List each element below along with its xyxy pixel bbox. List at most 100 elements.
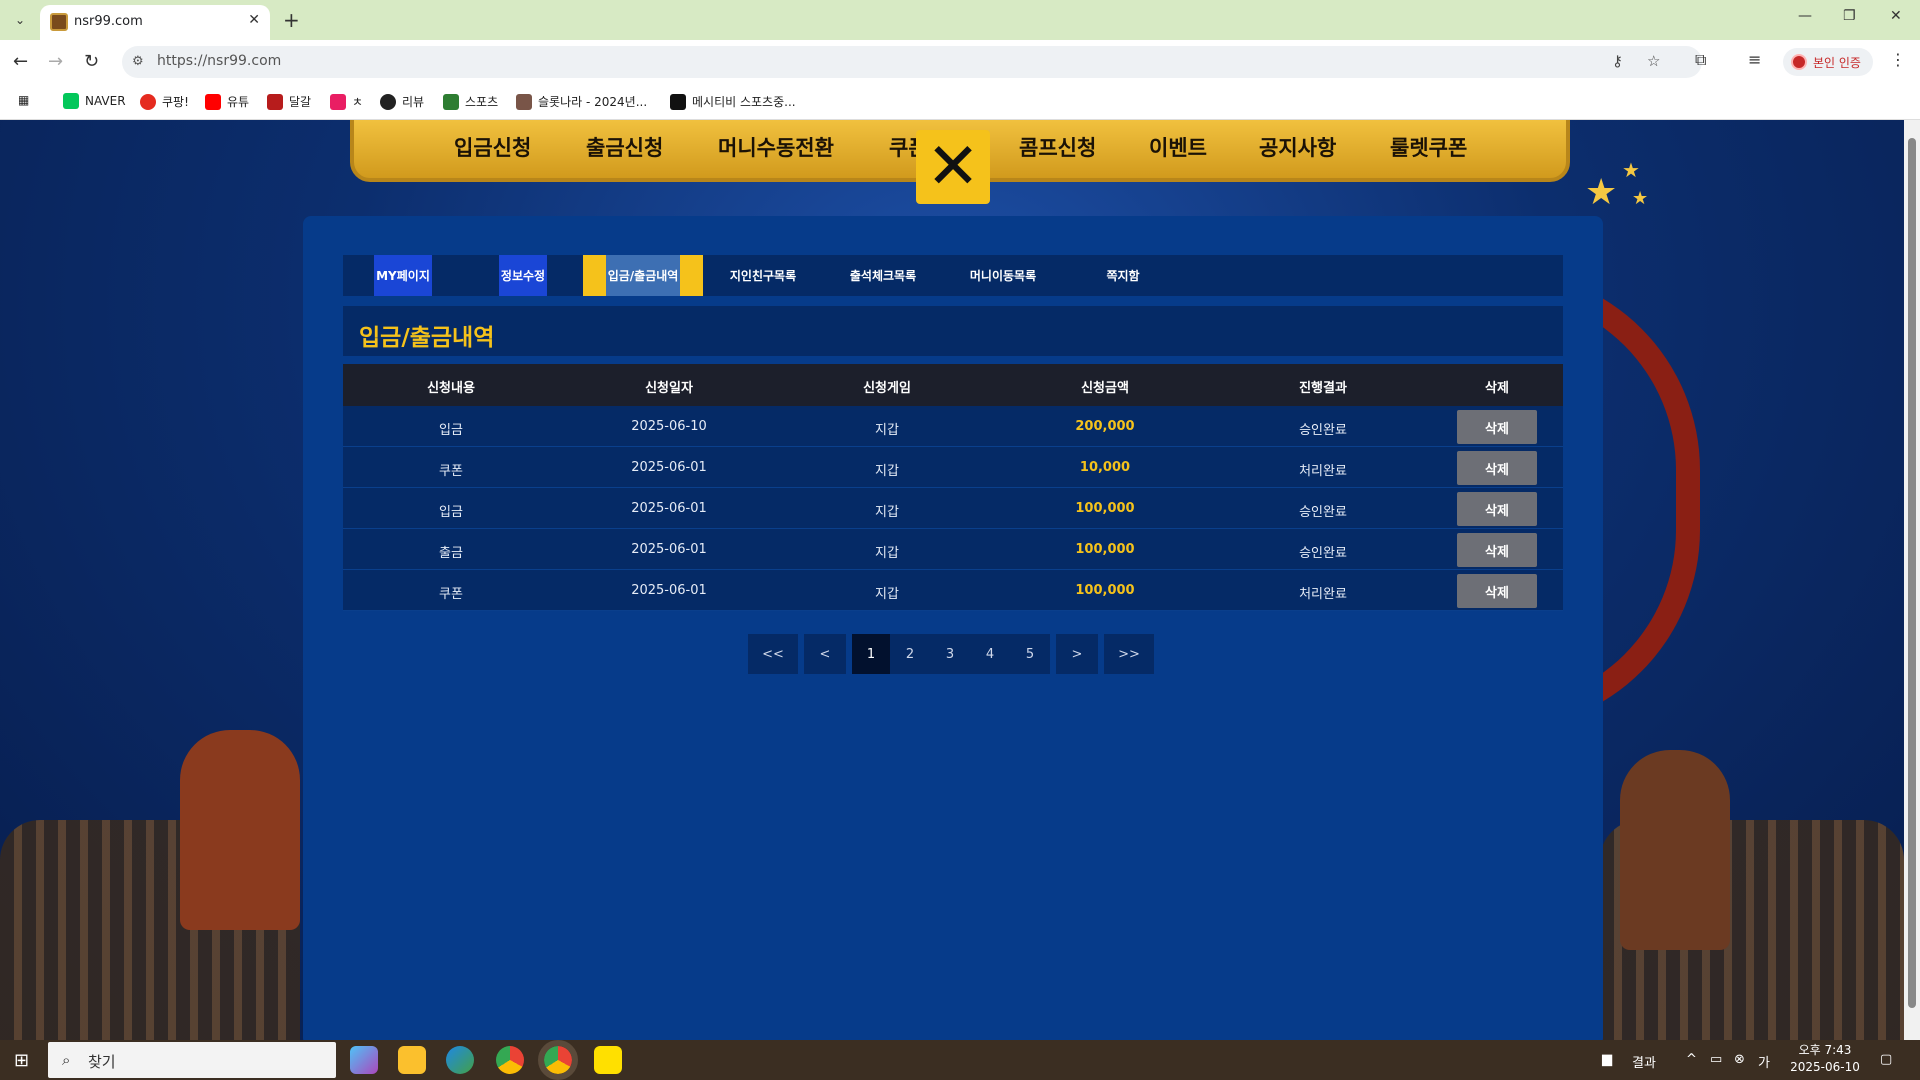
star-icon: ★ bbox=[1585, 172, 1618, 213]
reload-icon[interactable]: ↻ bbox=[84, 51, 99, 72]
cell-amount: 100,000 bbox=[1075, 583, 1135, 598]
bookmark-youtube[interactable]: 유튜 bbox=[205, 93, 249, 110]
volume-muted-icon[interactable]: ⊗ bbox=[1734, 1052, 1745, 1067]
close-icon[interactable]: ✕ bbox=[916, 130, 990, 204]
copilot-icon[interactable] bbox=[350, 1046, 378, 1074]
bookmark-naver[interactable]: NAVER bbox=[63, 93, 126, 109]
tab-money-transfer-list[interactable]: 머니이동목록 bbox=[943, 255, 1063, 296]
address-bar[interactable]: ⚙ https://nsr99.com ⚷ ☆ bbox=[122, 46, 1702, 78]
tab-edit-info[interactable]: 정보수정 bbox=[463, 255, 583, 296]
page-button-4[interactable]: 4 bbox=[970, 634, 1010, 674]
new-tab-icon[interactable]: + bbox=[283, 8, 300, 32]
bookmark-y[interactable]: ㅊ bbox=[330, 93, 363, 110]
youtube-icon bbox=[205, 93, 221, 110]
tray-chevron-icon[interactable]: ^ bbox=[1686, 1052, 1697, 1067]
ime-icon[interactable]: 가 bbox=[1758, 1052, 1770, 1071]
tab-label: 입금/출금내역 bbox=[605, 255, 681, 296]
nav-deposit-request[interactable]: 입금신청 bbox=[454, 132, 531, 162]
bookmark-messitv[interactable]: 메시티비 스포츠중... bbox=[670, 93, 796, 110]
bookmark-label: 쿠팡! bbox=[162, 95, 189, 109]
back-icon[interactable]: ← bbox=[13, 51, 28, 72]
sports-icon bbox=[443, 93, 459, 110]
edge-icon[interactable] bbox=[446, 1046, 474, 1074]
weather-flag-icon[interactable]: ▆ bbox=[1602, 1052, 1612, 1067]
nav-event[interactable]: 이벤트 bbox=[1149, 132, 1207, 162]
tab-mypage[interactable]: MY페이지 bbox=[343, 255, 463, 296]
bookmark-star-icon[interactable]: ☆ bbox=[1647, 52, 1660, 70]
page-button-2[interactable]: 2 bbox=[890, 634, 930, 674]
notification-icon[interactable]: ▢ bbox=[1880, 1052, 1892, 1067]
taskbar-search[interactable]: ⌕ 찾기 bbox=[48, 1042, 336, 1078]
network-icon[interactable]: ▭ bbox=[1710, 1052, 1722, 1067]
bookmark-dalgal[interactable]: 달갈 bbox=[267, 93, 311, 110]
windows-start-icon[interactable]: ⊞ bbox=[14, 1050, 29, 1071]
tab-deposit-withdraw-history[interactable]: 입금/출금내역 bbox=[583, 255, 703, 296]
chrome-icon[interactable] bbox=[496, 1046, 524, 1074]
browser-toolbar: ← → ↻ ⚙ https://nsr99.com ⚷ ☆ ⧉ ≡ 본인 인증 … bbox=[0, 40, 1920, 84]
cell-type: 입금 bbox=[439, 423, 463, 438]
nav-withdraw-request[interactable]: 출금신청 bbox=[586, 132, 663, 162]
delete-button[interactable]: 삭제 bbox=[1457, 574, 1537, 608]
site-info-icon[interactable]: ⚙ bbox=[132, 54, 144, 69]
first-page-button[interactable]: << bbox=[748, 634, 798, 674]
page-button-5[interactable]: 5 bbox=[1010, 634, 1050, 674]
nav-manual-money-transfer[interactable]: 머니수동전환 bbox=[718, 132, 834, 162]
extensions-icon[interactable]: ⧉ bbox=[1695, 50, 1706, 70]
url-text[interactable]: https://nsr99.com bbox=[157, 53, 281, 69]
forward-icon[interactable]: → bbox=[48, 51, 63, 72]
bookmark-coupang[interactable]: 쿠팡! bbox=[140, 93, 189, 110]
bookmark-slotnara[interactable]: 슬롯나라 - 2024년... bbox=[516, 93, 647, 110]
system-clock[interactable]: 오후 7:43 2025-06-10 bbox=[1790, 1042, 1860, 1076]
password-key-icon[interactable]: ⚷ bbox=[1612, 52, 1623, 70]
nav-roulette-coupon[interactable]: 룰렛쿠폰 bbox=[1390, 132, 1467, 162]
column-header: 신청게임 bbox=[863, 381, 911, 396]
apps-grid-icon[interactable]: ▦ bbox=[18, 93, 29, 107]
prev-page-button[interactable]: < bbox=[804, 634, 846, 674]
column-header: 삭제 bbox=[1485, 381, 1509, 396]
windows-taskbar: ⊞ ⌕ 찾기 ▆ 결과 ^ ▭ ⊗ 가 오후 7:43 2025-06-10 ▢ bbox=[0, 1040, 1920, 1080]
kakaotalk-icon[interactable] bbox=[594, 1046, 622, 1074]
page-button-1[interactable]: 1 bbox=[852, 634, 890, 674]
tab-strip: ⌄ nsr99.com ✕ + — ❐ ✕ bbox=[0, 0, 1920, 40]
nav-notice[interactable]: 공지사항 bbox=[1259, 132, 1336, 162]
delete-button[interactable]: 삭제 bbox=[1457, 533, 1537, 567]
profile-button[interactable]: 본인 인증 bbox=[1783, 48, 1873, 76]
delete-button[interactable]: 삭제 bbox=[1457, 410, 1537, 444]
cell-amount: 10,000 bbox=[1079, 460, 1131, 475]
tab-friend-list[interactable]: 지인친구목록 bbox=[703, 255, 823, 296]
next-page-button[interactable]: > bbox=[1056, 634, 1098, 674]
bookmark-review[interactable]: 리뷰 bbox=[380, 93, 424, 110]
window-close-icon[interactable]: ✕ bbox=[1890, 8, 1902, 24]
cell-result: 승인완료 bbox=[1299, 423, 1347, 438]
cell-game: 지갑 bbox=[875, 587, 899, 602]
bookmark-sports[interactable]: 스포츠 bbox=[443, 93, 498, 110]
tab-label: 머니이동목록 bbox=[969, 269, 1037, 283]
search-icon: ⌕ bbox=[62, 1051, 71, 1069]
sticky-notes-icon[interactable] bbox=[398, 1046, 426, 1074]
media-controls-icon[interactable]: ≡ bbox=[1748, 50, 1761, 69]
nav-comp-request[interactable]: 콤프신청 bbox=[1019, 132, 1096, 162]
tab-messages[interactable]: 쪽지함 bbox=[1063, 255, 1183, 296]
browser-menu-icon[interactable]: ⋮ bbox=[1890, 50, 1906, 69]
table-row: 쿠폰 2025-06-01 지갑 10,000 처리완료 삭제 bbox=[343, 447, 1563, 488]
scrollbar-thumb[interactable] bbox=[1908, 138, 1916, 1008]
cell-date: 2025-06-01 bbox=[631, 583, 707, 598]
cell-date: 2025-06-01 bbox=[631, 460, 707, 475]
review-icon bbox=[380, 93, 396, 110]
page-scrollbar[interactable] bbox=[1904, 120, 1920, 1040]
tab-close-icon[interactable]: ✕ bbox=[248, 12, 260, 28]
restore-icon[interactable]: ❐ bbox=[1843, 8, 1856, 24]
delete-button[interactable]: 삭제 bbox=[1457, 492, 1537, 526]
minimize-icon[interactable]: — bbox=[1798, 8, 1812, 24]
chrome-active-icon[interactable] bbox=[538, 1040, 578, 1080]
tab-attendance-list[interactable]: 출석체크목록 bbox=[823, 255, 943, 296]
tab-search-icon[interactable]: ⌄ bbox=[8, 9, 32, 31]
delete-button[interactable]: 삭제 bbox=[1457, 451, 1537, 485]
weather-label[interactable]: 결과 bbox=[1632, 1052, 1656, 1071]
cell-date: 2025-06-01 bbox=[631, 542, 707, 557]
cell-amount: 200,000 bbox=[1075, 419, 1135, 434]
last-page-button[interactable]: >> bbox=[1104, 634, 1154, 674]
browser-tab[interactable]: nsr99.com ✕ bbox=[40, 5, 270, 40]
page-button-3[interactable]: 3 bbox=[930, 634, 970, 674]
bookmark-label: 스포츠 bbox=[465, 95, 499, 109]
